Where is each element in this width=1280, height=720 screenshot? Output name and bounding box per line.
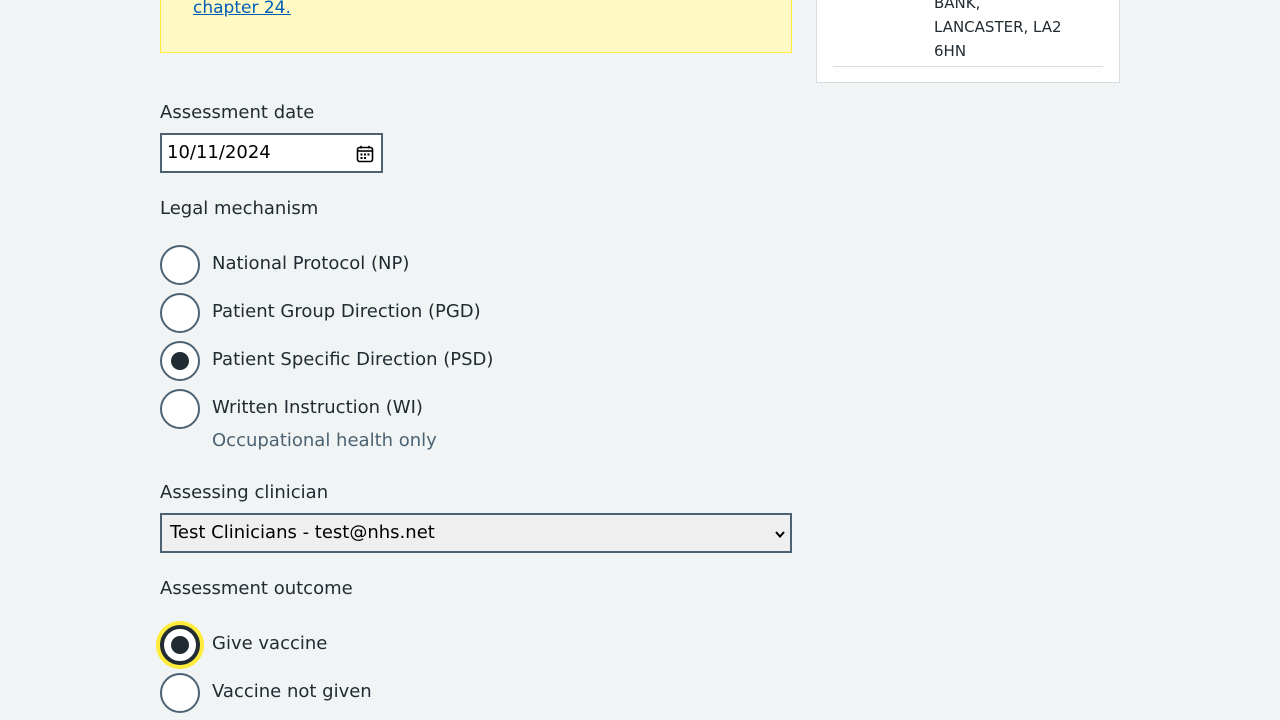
address-line: LANCASTER, LA2 bbox=[934, 18, 1062, 36]
assessment-date-input[interactable] bbox=[167, 142, 347, 163]
radio-label[interactable]: Patient Specific Direction (PSD) bbox=[212, 349, 493, 370]
wi-hint: Occupational health only bbox=[212, 430, 437, 451]
calendar-icon[interactable] bbox=[356, 145, 374, 163]
assessment-outcome-label: Assessment outcome bbox=[160, 578, 353, 599]
assessment-date-label: Assessment date bbox=[160, 102, 315, 123]
radio-button[interactable] bbox=[160, 341, 200, 381]
address-line: 6HN bbox=[934, 42, 967, 60]
chapter-link[interactable]: chapter 24. bbox=[193, 0, 291, 18]
legal-mechanism-label: Legal mechanism bbox=[160, 198, 319, 219]
inset-text: chapter 24. bbox=[160, 0, 792, 53]
radio-label[interactable]: Give vaccine bbox=[212, 633, 327, 654]
radio-label[interactable]: National Protocol (NP) bbox=[212, 253, 409, 274]
radio-button[interactable] bbox=[160, 245, 200, 285]
selected-clinician: Test Clinicians - test@nhs.net bbox=[170, 522, 435, 543]
assessment-date-field[interactable] bbox=[160, 133, 383, 173]
radio-button[interactable] bbox=[160, 673, 200, 713]
assessing-clinician-label: Assessing clinician bbox=[160, 482, 329, 503]
radio-label[interactable]: Vaccine not given bbox=[212, 681, 372, 702]
patient-details-card: BANK, LANCASTER, LA2 6HN bbox=[816, 0, 1120, 83]
radio-button[interactable] bbox=[160, 625, 200, 665]
radio-label[interactable]: Written Instruction (WI) bbox=[212, 397, 423, 418]
patient-address: BANK, LANCASTER, LA2 6HN bbox=[934, 0, 1062, 63]
divider bbox=[833, 66, 1103, 67]
chevron-down-icon bbox=[775, 531, 785, 539]
radio-button[interactable] bbox=[160, 389, 200, 429]
assessing-clinician-select[interactable]: Test Clinicians - test@nhs.net bbox=[160, 513, 792, 553]
radio-label[interactable]: Patient Group Direction (PGD) bbox=[212, 301, 481, 322]
address-line: BANK, bbox=[934, 0, 981, 12]
radio-button[interactable] bbox=[160, 293, 200, 333]
